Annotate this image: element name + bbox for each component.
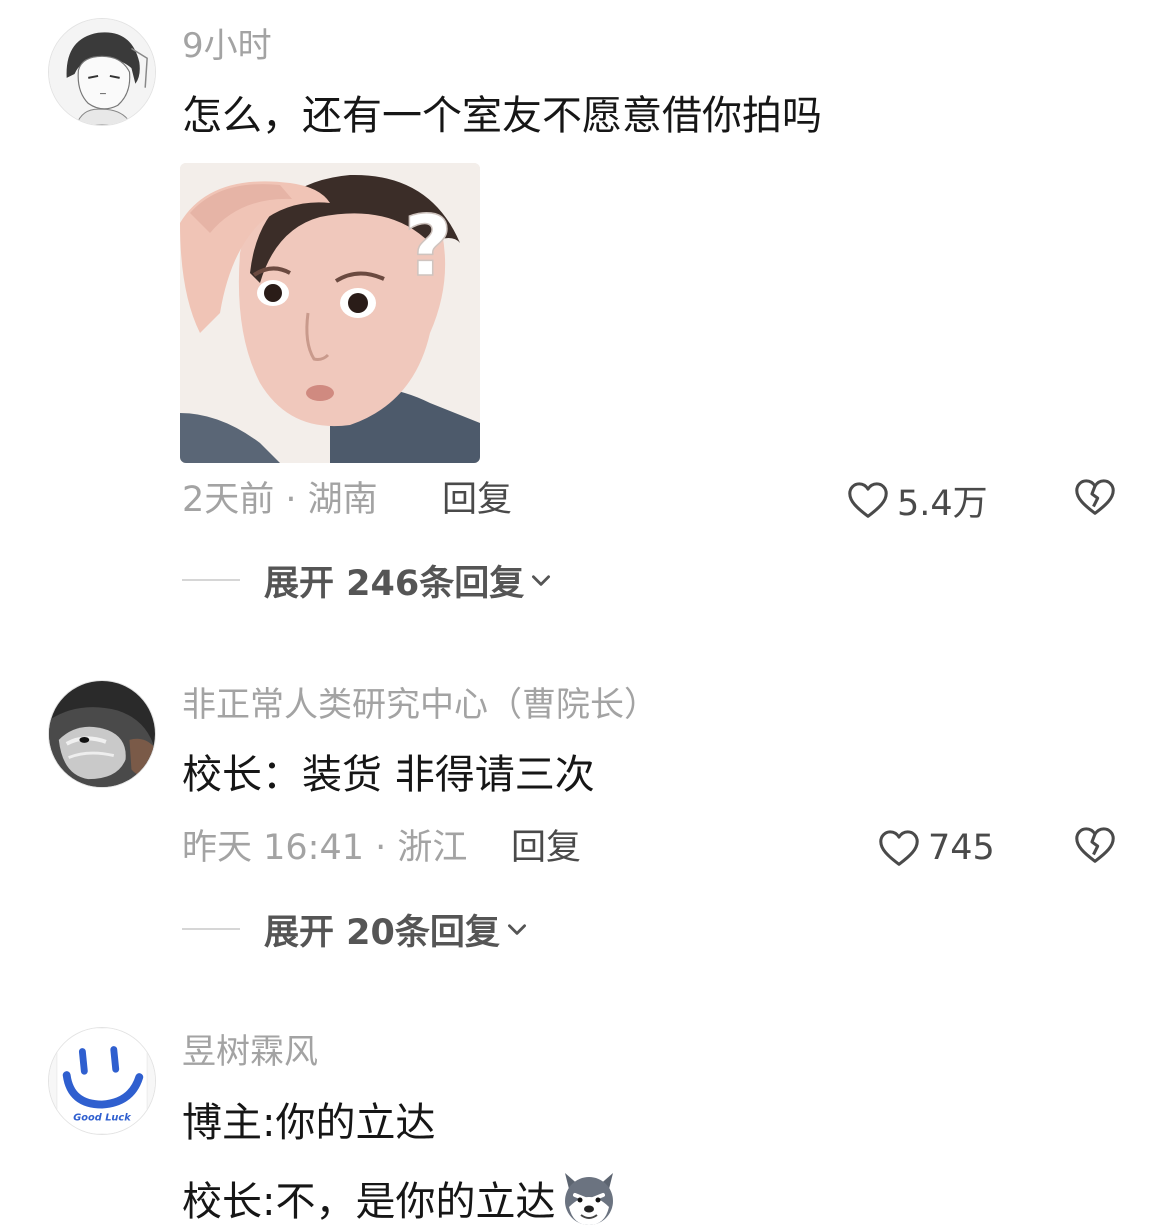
comment-meta: 昨天 16:41 · 浙江: [182, 828, 468, 868]
meme-face-image: ?: [180, 163, 480, 463]
comment-text: 怎么，还有一个室友不愿意借你拍吗: [182, 93, 822, 139]
avatar[interactable]: [48, 680, 156, 788]
like-count: 5.4万: [897, 483, 988, 524]
reply-button[interactable]: 回复: [511, 826, 581, 870]
comment-text-line-2: 校长:不，是你的立达: [182, 1167, 619, 1227]
like-count: 745: [928, 828, 995, 868]
comment-text-line-1: 博主:你的立达: [182, 1100, 436, 1146]
chevron-down-icon: [532, 575, 551, 586]
comment-text-line-2-text: 校长:不，是你的立达: [182, 1179, 556, 1225]
heart-outline-icon: [848, 482, 888, 518]
avatar-anime-boy-image: [49, 19, 155, 125]
like-button[interactable]: 5.4万: [845, 474, 988, 526]
comment-image[interactable]: ?: [180, 163, 480, 463]
comment-meta: 2天前 · 湖南: [182, 480, 378, 520]
avatar[interactable]: [48, 18, 156, 126]
username[interactable]: 非正常人类研究中心（曹院长）: [182, 685, 658, 725]
expand-replies-button[interactable]: 展开 246条回复: [182, 558, 554, 604]
avatar[interactable]: Good Luck: [48, 1027, 156, 1135]
husky-emoji-icon: [565, 1173, 614, 1225]
question-mark-overlay: ?: [404, 197, 453, 295]
expand-replies-label: 展开 246条回复: [264, 563, 525, 604]
comment-timestamp: 9小时: [182, 26, 272, 66]
comment-text: 校长：装货 非得请三次: [182, 752, 595, 798]
broken-heart-icon[interactable]: [1072, 474, 1118, 520]
divider-line: [182, 579, 240, 581]
avatar-monkey-image: [49, 681, 155, 787]
broken-heart-icon[interactable]: [1072, 822, 1118, 868]
avatar-smiley-good-luck-image: Good Luck: [49, 1028, 155, 1134]
username[interactable]: 昱树霖风: [182, 1032, 318, 1072]
expand-replies-label: 展开 20条回复: [264, 912, 500, 953]
avatar-caption: Good Luck: [73, 1112, 132, 1123]
heart-outline-icon: [879, 830, 919, 866]
like-button[interactable]: 745: [876, 822, 995, 874]
expand-replies-button[interactable]: 展开 20条回复: [182, 907, 530, 953]
chevron-down-icon: [507, 924, 526, 935]
divider-line: [182, 928, 240, 930]
reply-button[interactable]: 回复: [442, 478, 512, 522]
